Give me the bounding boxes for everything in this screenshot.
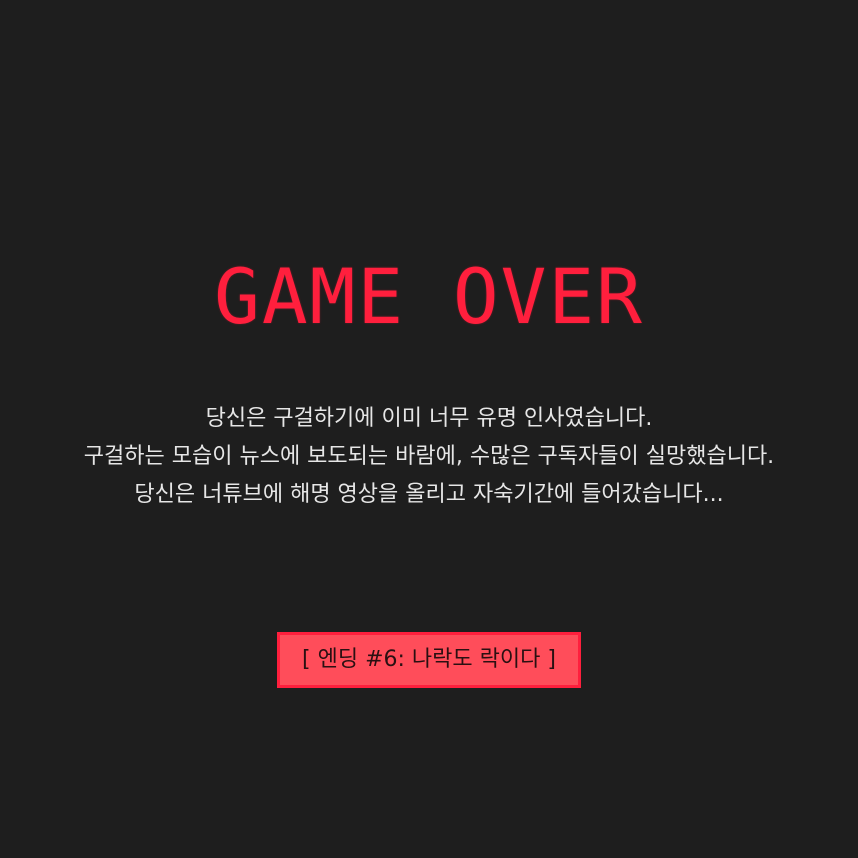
ending-badge-container: [ 엔딩 #6: 나락도 락이다 ] — [0, 632, 858, 688]
ending-message: 당신은 구걸하기에 이미 너무 유명 인사였습니다. 구걸하는 모습이 뉴스에 … — [0, 400, 858, 514]
message-line: 구걸하는 모습이 뉴스에 보도되는 바람에, 수많은 구독자들이 실망했습니다. — [83, 444, 775, 469]
ending-badge-button[interactable]: [ 엔딩 #6: 나락도 락이다 ] — [277, 632, 581, 688]
game-over-screen: GAME OVER 당신은 구걸하기에 이미 너무 유명 인사였습니다. 구걸하… — [0, 0, 858, 858]
game-over-title: GAME OVER — [214, 252, 644, 341]
message-line: 당신은 구걸하기에 이미 너무 유명 인사였습니다. — [205, 406, 653, 431]
message-line: 당신은 너튜브에 해명 영상을 올리고 자숙기간에 들어갔습니다... — [134, 482, 724, 507]
